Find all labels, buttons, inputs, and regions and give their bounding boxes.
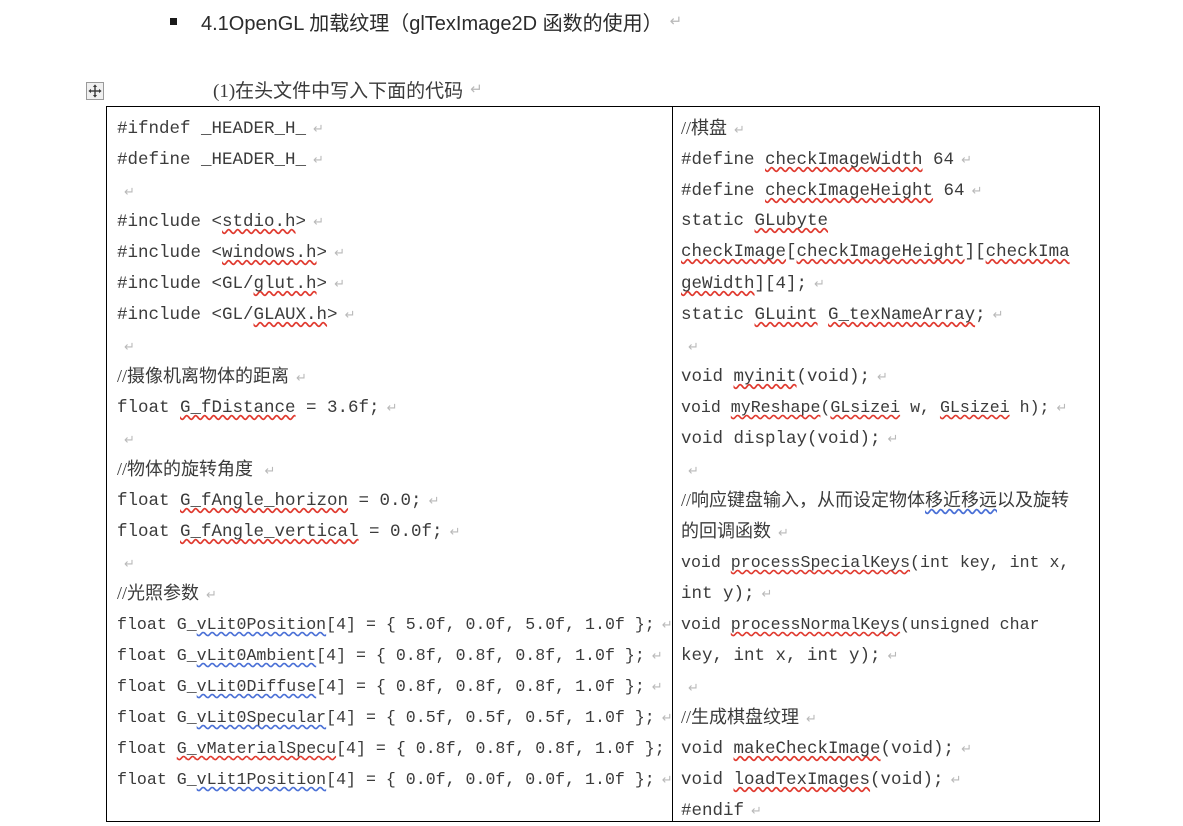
code-line-blank: ↵ (124, 432, 135, 447)
code-line-blank: ↵ (688, 339, 699, 354)
code-line-blank: ↵ (124, 556, 135, 571)
code-line: #include <windows.h> ↵ (117, 243, 345, 263)
page-title: 4.1OpenGL 加载纹理（glTexImage2D 函数的使用） (201, 12, 663, 35)
code-line: 的回调函数 ↵ (681, 521, 789, 541)
code-line: float G_fAngle_vertical = 0.0f; ↵ (117, 522, 461, 542)
pilcrow-mark: ↵ (669, 13, 683, 30)
code-line: //光照参数 ↵ (117, 583, 217, 603)
code-line: float G_vLit1Position[4] = { 0.0f, 0.0f,… (117, 770, 673, 789)
code-line: static GLubyte (681, 211, 829, 231)
code-line-blank: ↵ (124, 184, 135, 199)
code-line: //摄像机离物体的距离 ↵ (117, 366, 307, 386)
code-line: void myinit(void); ↵ (681, 367, 888, 387)
code-line-blank: ↵ (688, 680, 699, 695)
code-line: #include <stdio.h> ↵ (117, 212, 324, 232)
code-line: void processSpecialKeys(int key, int x, (681, 553, 1070, 572)
code-line: int y); ↵ (681, 584, 773, 604)
code-line: float G_vLit0Specular[4] = { 0.5f, 0.5f,… (117, 708, 673, 727)
code-line-blank: ↵ (124, 339, 135, 354)
square-bullet-icon (170, 17, 177, 25)
code-table[interactable]: #ifndef _HEADER_H_ ↵ #define _HEADER_H_ ↵ … (106, 106, 1100, 822)
code-line: #include <GL/GLAUX.h> ↵ (117, 305, 356, 325)
code-line: //响应键盘输入，从而设定物体移近移远以及旋转 (681, 490, 1070, 510)
caption-text: (1)在头文件中写入下面的代码 (213, 80, 464, 102)
table-move-handle-icon[interactable] (86, 82, 104, 100)
table-cell-left[interactable]: #ifndef _HEADER_H_ ↵ #define _HEADER_H_ ↵ … (107, 107, 673, 821)
code-line: float G_vLit0Position[4] = { 5.0f, 0.0f,… (117, 615, 673, 634)
caption-row: (1)在头文件中写入下面的代码 ↵ (0, 74, 1183, 104)
code-line: void processNormalKeys(unsigned char (681, 615, 1040, 634)
code-line: #define _HEADER_H_ ↵ (117, 150, 324, 170)
code-line: float G_vLit0Ambient[4] = { 0.8f, 0.8f, … (117, 646, 663, 665)
code-line: void makeCheckImage(void); ↵ (681, 739, 972, 759)
code-line: float G_fDistance = 3.6f; ↵ (117, 398, 398, 418)
code-line: void myReshape(GLsizei w, GLsizei h); ↵ (681, 398, 1068, 417)
code-line: float G_vLit0Diffuse[4] = { 0.8f, 0.8f, … (117, 677, 663, 696)
code-line: geWidth][4]; ↵ (681, 274, 825, 294)
code-line: static GLuint G_texNameArray; ↵ (681, 305, 1004, 325)
heading-row: 4.1OpenGL 加载纹理（glTexImage2D 函数的使用） ↵ (0, 0, 1183, 42)
code-line: float G_vMaterialSpecu[4] = { 0.8f, 0.8f… (117, 739, 672, 758)
code-line: #define checkImageHeight 64 ↵ (681, 181, 983, 201)
code-line: #ifndef _HEADER_H_ ↵ (117, 119, 324, 139)
code-line: #endif ↵ (681, 801, 762, 821)
code-line: void loadTexImages(void); ↵ (681, 770, 962, 790)
code-line: checkImage[checkImageHeight][checkIma (681, 242, 1070, 262)
code-line-blank: ↵ (688, 463, 699, 478)
code-line: void display(void); ↵ (681, 429, 899, 449)
code-line: //生成棋盘纹理 ↵ (681, 707, 817, 727)
code-line: key, int x, int y); ↵ (681, 646, 899, 666)
table-cell-right[interactable]: //棋盘 ↵ #define checkImageWidth 64 ↵ #defin… (673, 107, 1099, 821)
pilcrow-mark: ↵ (470, 81, 483, 98)
code-line: float G_fAngle_horizon = 0.0; ↵ (117, 491, 440, 511)
code-line: //物体的旋转角度 ↵ (117, 459, 276, 479)
code-line: //棋盘 ↵ (681, 118, 745, 138)
code-line: #define checkImageWidth 64 ↵ (681, 150, 972, 170)
code-line: #include <GL/glut.h> ↵ (117, 274, 345, 294)
